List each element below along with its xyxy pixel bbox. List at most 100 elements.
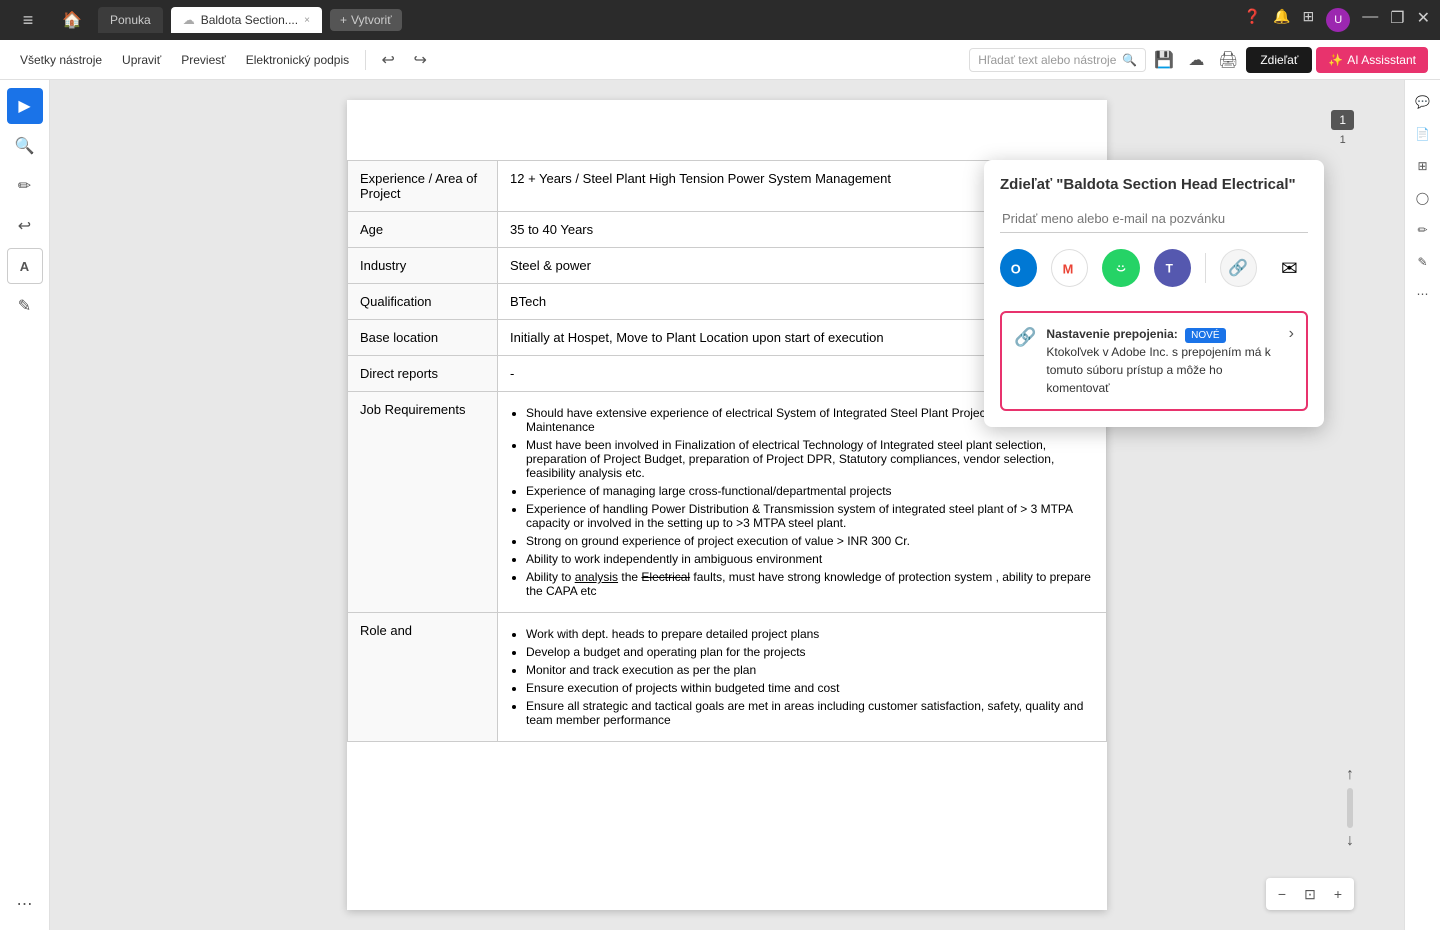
new-badge: NOVÉ bbox=[1185, 328, 1225, 343]
svg-text:M: M bbox=[1062, 262, 1073, 277]
link-settings-arrow[interactable]: › bbox=[1289, 325, 1294, 343]
table-cell-label: Base location bbox=[348, 320, 498, 356]
layers-icon[interactable]: ⊞ bbox=[1409, 152, 1437, 180]
link-settings-description: Ktokoľvek v Adobe Inc. s prepojením má k… bbox=[1046, 345, 1270, 395]
help-icon[interactable]: ❓ bbox=[1244, 8, 1261, 32]
share-dialog: Zdieľať "Baldota Section Head Electrical… bbox=[984, 160, 1324, 427]
browser-chrome: ≡ 🏠 Ponuka ☁ Baldota Section.... × + Vyt… bbox=[0, 0, 1440, 40]
tab-ponuka[interactable]: Ponuka bbox=[98, 7, 163, 33]
page-total: 1 bbox=[1340, 134, 1346, 146]
close-button[interactable]: ✕ bbox=[1417, 8, 1430, 32]
svg-text:O: O bbox=[1010, 262, 1020, 277]
search-tool-icon[interactable]: 🔍 bbox=[7, 128, 43, 164]
tab-baldota[interactable]: ☁ Baldota Section.... × bbox=[171, 7, 322, 33]
zoom-in-button[interactable]: + bbox=[1326, 882, 1350, 906]
table-row: Role and Work with dept. heads to prepar… bbox=[348, 613, 1107, 742]
toolbar-separator bbox=[365, 50, 366, 70]
share-icons-row: O M T 🔗 ✉ bbox=[1000, 249, 1308, 297]
role-list: Work with dept. heads to prepare detaile… bbox=[526, 627, 1094, 727]
menu-icon[interactable]: ≡ bbox=[10, 2, 46, 38]
scroll-down-icon[interactable]: ↓ bbox=[1346, 832, 1354, 850]
list-item: Work with dept. heads to prepare detaile… bbox=[526, 627, 1094, 641]
page-number-area: 1 1 bbox=[1331, 110, 1354, 146]
table-cell-label: Industry bbox=[348, 248, 498, 284]
apps-icon[interactable]: ⊞ bbox=[1303, 8, 1315, 32]
list-item: Strong on ground experience of project e… bbox=[526, 534, 1094, 548]
list-item: Must have been involved in Finalization … bbox=[526, 438, 1094, 480]
email-share-button[interactable]: ✉ bbox=[1271, 249, 1308, 287]
more-right-icon[interactable]: ⋯ bbox=[1409, 280, 1437, 308]
share-whatsapp-button[interactable] bbox=[1102, 249, 1139, 287]
draw-icon[interactable]: ✎ bbox=[7, 288, 43, 324]
zoom-out-button[interactable]: − bbox=[1270, 882, 1294, 906]
signature-icon[interactable]: ✏ bbox=[1409, 216, 1437, 244]
tab-label: Ponuka bbox=[110, 13, 151, 27]
sign-menu[interactable]: Elektronický podpis bbox=[238, 49, 357, 71]
redo-button[interactable]: ↪ bbox=[406, 46, 434, 74]
table-cell-label: Qualification bbox=[348, 284, 498, 320]
scroll-up-icon[interactable]: ↑ bbox=[1346, 766, 1354, 784]
list-item: Ability to analysis the Electrical fault… bbox=[526, 570, 1094, 598]
bookmarks-icon[interactable]: 📄 bbox=[1409, 120, 1437, 148]
new-tab-button[interactable]: + Vytvoriť bbox=[330, 9, 402, 31]
share-gmail-button[interactable]: M bbox=[1051, 249, 1088, 287]
ai-label: AI Assisstant bbox=[1347, 53, 1416, 67]
share-button[interactable]: Zdieľať bbox=[1246, 47, 1312, 73]
right-sidebar: 💬 📄 ⊞ ◯ ✏ ✎ ⋯ bbox=[1404, 80, 1440, 930]
undo-button[interactable]: ↩ bbox=[374, 46, 402, 74]
edit-menu[interactable]: Upraviť bbox=[114, 49, 169, 71]
search-icon: 🔍 bbox=[1122, 53, 1137, 67]
copy-link-button[interactable]: 🔗 bbox=[1220, 249, 1257, 287]
ai-icon: ✨ bbox=[1328, 53, 1343, 67]
svg-text:T: T bbox=[1166, 262, 1174, 276]
share-input[interactable] bbox=[1000, 205, 1308, 233]
table-cell-label: Job Requirements bbox=[348, 392, 498, 613]
table-cell-label: Role and bbox=[348, 613, 498, 742]
minimize-button[interactable]: — bbox=[1362, 8, 1378, 32]
link-settings-prefix: Nastavenie prepojenia: bbox=[1046, 327, 1177, 341]
share-teams-button[interactable]: T bbox=[1154, 249, 1191, 287]
table-cell-label: Age bbox=[348, 212, 498, 248]
search-box[interactable]: Hľadať text alebo nástroje 🔍 bbox=[969, 48, 1146, 72]
text-tool-icon[interactable]: A bbox=[7, 248, 43, 284]
more-tools-icon[interactable]: ⋯ bbox=[7, 886, 43, 922]
all-tools-menu[interactable]: Všetky nástroje bbox=[12, 49, 110, 71]
list-item: Develop a budget and operating plan for … bbox=[526, 645, 1094, 659]
restore-button[interactable]: ❐ bbox=[1390, 8, 1404, 32]
ai-assistant-button[interactable]: ✨ AI Assisstant bbox=[1316, 47, 1428, 73]
list-item: Experience of managing large cross-funct… bbox=[526, 484, 1094, 498]
page-number-badge: 1 bbox=[1331, 110, 1354, 130]
list-item: Ensure execution of projects within budg… bbox=[526, 681, 1094, 695]
share-outlook-button[interactable]: O bbox=[1000, 249, 1037, 287]
plus-icon: + bbox=[340, 13, 347, 27]
table-cell-label: Direct reports bbox=[348, 356, 498, 392]
tab-close-icon[interactable]: × bbox=[304, 15, 310, 26]
form-icon[interactable]: ◯ bbox=[1409, 184, 1437, 212]
list-item: Ensure all strategic and tactical goals … bbox=[526, 699, 1094, 727]
current-page: 1 bbox=[1339, 113, 1346, 127]
notification-icon[interactable]: 🔔 bbox=[1273, 8, 1290, 32]
stamps-icon[interactable]: ✎ bbox=[1409, 248, 1437, 276]
list-item: Experience of handling Power Distributio… bbox=[526, 502, 1094, 530]
avatar[interactable]: U bbox=[1326, 8, 1350, 32]
cloud-save-icon[interactable]: ☁ bbox=[1182, 46, 1210, 74]
print-icon[interactable]: 🖨 bbox=[1214, 46, 1242, 74]
zoom-controls: − ⊡ + bbox=[1266, 878, 1354, 910]
fit-page-button[interactable]: ⊡ bbox=[1298, 882, 1322, 906]
comments-icon[interactable]: 💬 bbox=[1409, 88, 1437, 116]
new-tab-label: Vytvoriť bbox=[351, 13, 392, 27]
main-layout: ▶ 🔍 ✏ ↩ A ✎ ⋯ Experience / Area of Proje… bbox=[0, 80, 1440, 930]
cursor-tool-icon[interactable]: ▶ bbox=[7, 88, 43, 124]
window-controls: ❓ 🔔 ⊞ U — ❐ ✕ bbox=[1244, 8, 1430, 32]
scrollbar-track[interactable] bbox=[1347, 788, 1353, 828]
convert-menu[interactable]: Previesť bbox=[173, 49, 234, 71]
share-divider bbox=[1205, 253, 1206, 283]
save-icon[interactable]: 💾 bbox=[1150, 46, 1178, 74]
requirements-list: Should have extensive experience of elec… bbox=[526, 406, 1094, 598]
table-cell-label: Experience / Area of Project bbox=[348, 161, 498, 212]
tab-title: Baldota Section.... bbox=[201, 13, 298, 27]
home-icon[interactable]: 🏠 bbox=[54, 2, 90, 38]
cloud-icon: ☁ bbox=[183, 13, 195, 27]
annotate-icon[interactable]: ✏ bbox=[7, 168, 43, 204]
undo-tool-icon[interactable]: ↩ bbox=[7, 208, 43, 244]
